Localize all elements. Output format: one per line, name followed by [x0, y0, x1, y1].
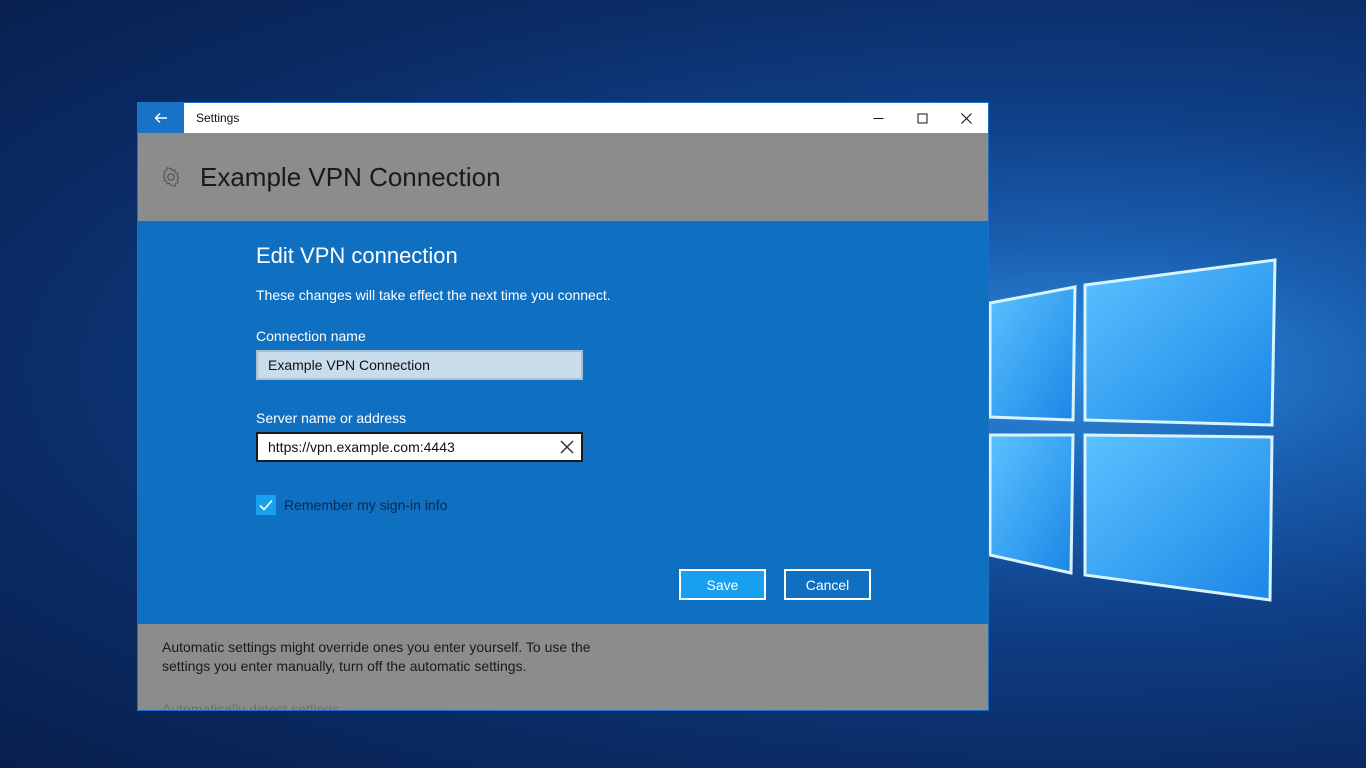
settings-window: Settings Example VPN Connection Edit VPN…: [137, 102, 989, 711]
save-button[interactable]: Save: [679, 569, 766, 600]
override-note-text: Automatic settings might override ones y…: [162, 639, 591, 674]
back-button[interactable]: [138, 103, 184, 133]
title-bar: Settings: [138, 103, 988, 133]
auto-detect-heading: Automatically detect settings: [162, 701, 340, 711]
windows-logo: [985, 255, 1285, 605]
edit-vpn-dialog: Edit VPN connection These changes will t…: [138, 221, 988, 624]
automatic-settings-note: Automatic settings might override ones y…: [138, 624, 988, 711]
gear-icon: [160, 166, 182, 188]
clear-input-button[interactable]: [558, 438, 576, 456]
dialog-description: These changes will take effect the next …: [256, 287, 611, 303]
minimize-button[interactable]: [856, 103, 900, 133]
connection-name-value: Example VPN Connection: [268, 357, 430, 373]
close-button[interactable]: [944, 103, 988, 133]
back-arrow-icon: [154, 113, 167, 123]
server-address-input[interactable]: https://vpn.example.com:4443: [256, 432, 583, 462]
close-icon: [960, 112, 972, 124]
minimize-icon: [873, 117, 883, 119]
connection-name-label: Connection name: [256, 328, 366, 344]
remember-sign-in-label: Remember my sign-in info: [284, 497, 448, 513]
app-title: Settings: [196, 111, 240, 125]
clear-x-icon: [560, 440, 574, 454]
server-address-label: Server name or address: [256, 410, 407, 426]
maximize-button[interactable]: [900, 103, 944, 133]
windows-logo-graphic: [988, 258, 1277, 602]
connection-name-input[interactable]: Example VPN Connection: [256, 350, 583, 380]
remember-sign-in-checkbox[interactable]: [256, 495, 276, 515]
remember-sign-in-row: Remember my sign-in info: [256, 495, 988, 515]
server-address-value: https://vpn.example.com:4443: [268, 439, 455, 455]
window-controls: [856, 103, 988, 133]
checkmark-icon: [259, 499, 273, 511]
dialog-title: Edit VPN connection: [256, 243, 458, 268]
cancel-button[interactable]: Cancel: [784, 569, 871, 600]
maximize-icon: [917, 113, 927, 123]
page-title: Example VPN Connection: [200, 161, 501, 192]
page-header: Example VPN Connection: [138, 133, 988, 221]
